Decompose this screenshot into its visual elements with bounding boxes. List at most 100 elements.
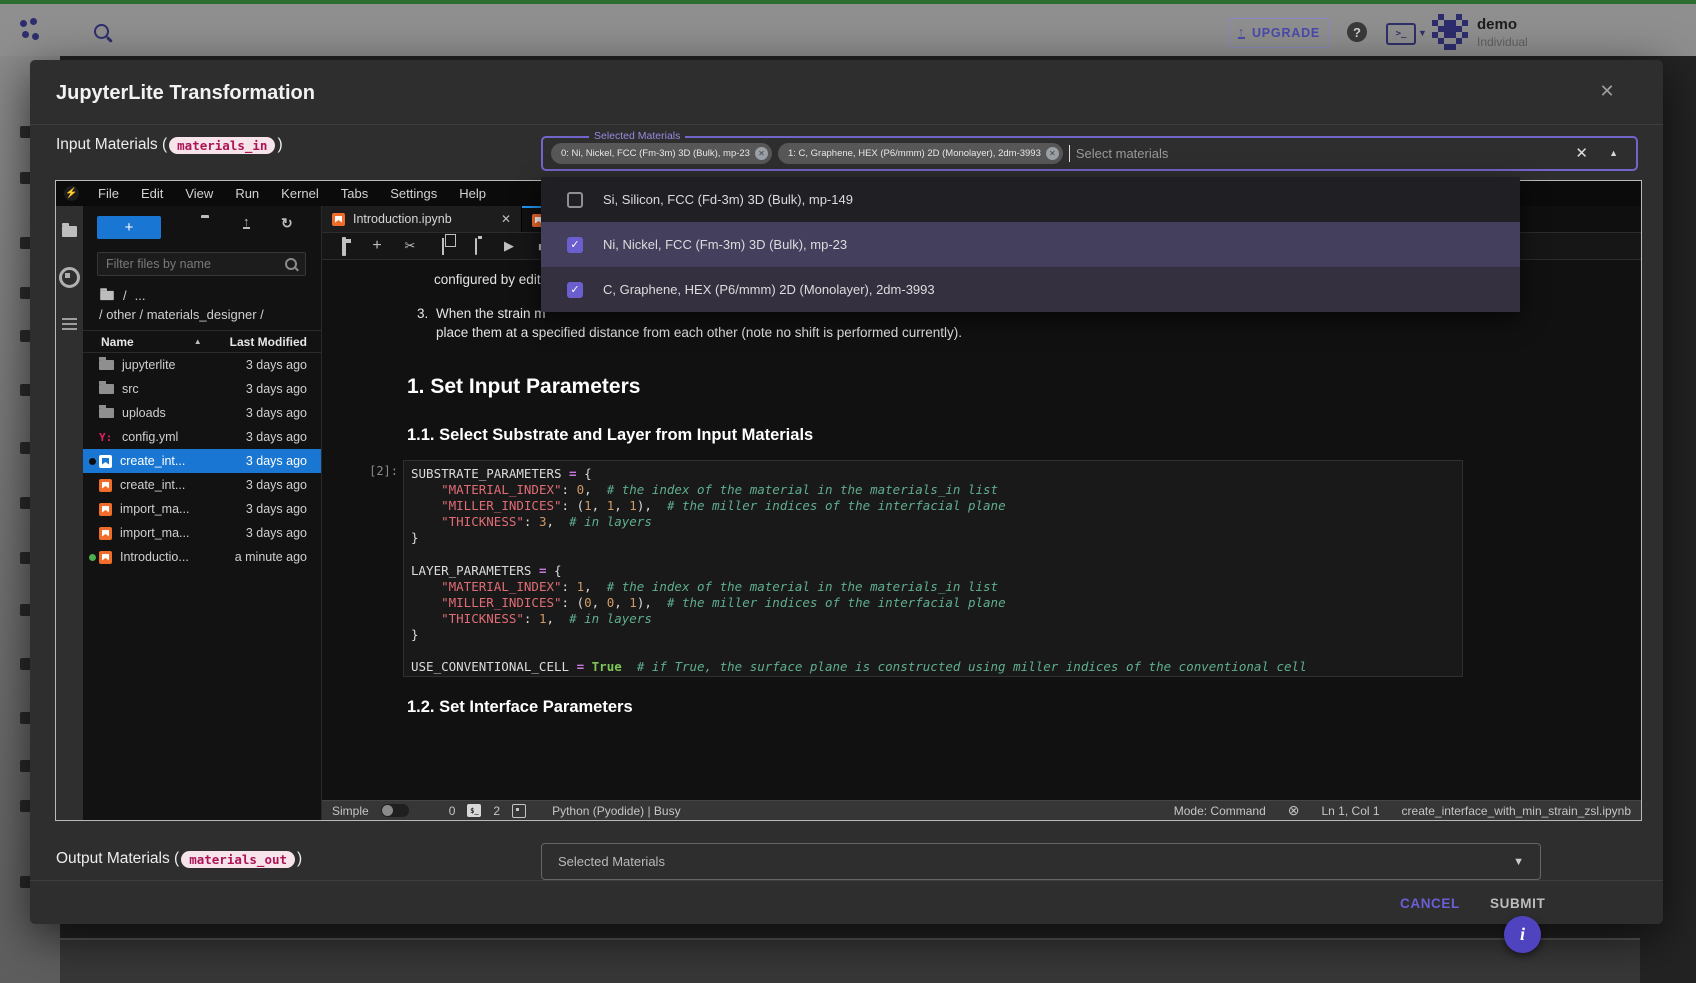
app-bottom-panel	[60, 938, 1640, 983]
text-cursor	[1069, 145, 1070, 162]
user-avatar[interactable]	[1432, 14, 1468, 50]
run-cell-icon[interactable]: ▶	[501, 238, 517, 254]
add-cell-icon[interactable]: +	[369, 237, 385, 255]
refresh-icon[interactable]: ↻	[281, 215, 293, 232]
file-modified: 3 days ago	[246, 502, 307, 516]
notebook-content[interactable]: configured by edit 3. When the strain m …	[322, 260, 1641, 800]
breadcrumb-path[interactable]: / other / materials_designer /	[99, 307, 264, 322]
terminal-count[interactable]: 0	[449, 804, 456, 818]
subsection-heading: 1.1. Select Substrate and Layer from Inp…	[407, 426, 813, 445]
file-row[interactable]: import_ma...3 days ago	[83, 521, 321, 545]
simple-mode-label: Simple	[332, 804, 369, 818]
code-line: USE_CONVENTIONAL_CELL = True # if True, …	[411, 659, 1462, 675]
filter-files-input[interactable]: Filter files by name	[97, 252, 306, 276]
remove-chip-icon[interactable]: ✕	[1046, 147, 1059, 160]
folder-icon	[99, 384, 114, 394]
mode-indicator[interactable]: Mode: Command	[1174, 804, 1266, 818]
file-browser-icon[interactable]	[62, 226, 77, 237]
upgrade-label: UPGRADE	[1252, 26, 1320, 40]
file-row[interactable]: jupyterlite3 days ago	[83, 353, 321, 377]
copy-cell-icon[interactable]	[442, 238, 444, 255]
option-checkbox[interactable]: ✓	[567, 282, 583, 298]
material-chip-label: 1: C, Graphene, HEX (P6/mmm) 2D (Monolay…	[788, 148, 1041, 159]
file-row[interactable]: create_int... 3 days ago	[83, 449, 321, 473]
file-modified: 3 days ago	[246, 478, 307, 492]
material-option[interactable]: ✓C, Graphene, HEX (P6/mmm) 2D (Monolayer…	[541, 267, 1520, 312]
file-modified: 3 days ago	[246, 382, 307, 396]
code-line: "MILLER_INDICES": (1, 1, 1), # the mille…	[411, 498, 1462, 514]
option-checkbox[interactable]: ✓	[567, 237, 583, 253]
close-icon[interactable]: ✕	[1592, 76, 1622, 106]
cursor-position[interactable]: Ln 1, Col 1	[1322, 804, 1380, 818]
new-launcher-button[interactable]: +	[97, 216, 161, 239]
chevron-down-icon[interactable]: ▼	[1418, 28, 1427, 38]
menu-item-settings[interactable]: Settings	[379, 186, 448, 201]
file-name: src	[122, 382, 139, 396]
submit-button[interactable]: SUBMIT	[1490, 890, 1545, 916]
file-row[interactable]: Y:config.yml3 days ago	[83, 425, 321, 449]
breadcrumb[interactable]: / ...	[99, 288, 145, 303]
file-row[interactable]: uploads3 days ago	[83, 401, 321, 425]
select-materials-input[interactable]: Select materials	[1076, 146, 1168, 161]
menu-item-file[interactable]: File	[87, 186, 130, 201]
menu-item-kernel[interactable]: Kernel	[270, 186, 330, 201]
code-cell[interactable]: SUBSTRATE_PARAMETERS = { "MATERIAL_INDEX…	[403, 460, 1463, 677]
file-modified: 3 days ago	[246, 430, 307, 444]
collapse-dropdown-icon[interactable]: ▲	[1609, 148, 1618, 158]
file-modified: 3 days ago	[246, 454, 307, 468]
file-name: jupyterlite	[122, 358, 176, 372]
menu-item-help[interactable]: Help	[448, 186, 497, 201]
upgrade-button[interactable]: ↑ UPGRADE	[1228, 18, 1330, 48]
cut-cell-icon[interactable]: ✂	[402, 238, 418, 254]
file-row[interactable]: src 3 days ago	[83, 377, 321, 401]
output-materials-select[interactable]: Selected Materials ▼	[541, 843, 1541, 880]
kernel-status[interactable]: Python (Pyodide) | Busy	[552, 804, 681, 818]
remove-chip-icon[interactable]: ✕	[755, 147, 768, 160]
material-chip[interactable]: 0: Ni, Nickel, FCC (Fm-3m) 3D (Bulk), mp…	[551, 143, 772, 164]
app-logo[interactable]	[20, 18, 42, 42]
file-row[interactable]: Introductio...a minute ago	[83, 545, 321, 569]
file-name: import_ma...	[120, 502, 189, 516]
subsection-heading: 1.2. Set Interface Parameters	[407, 698, 633, 717]
option-checkbox[interactable]	[567, 192, 583, 208]
option-label: Si, Silicon, FCC (Fd-3m) 3D (Bulk), mp-1…	[603, 192, 853, 207]
kernel-dot	[89, 458, 96, 465]
search-icon[interactable]	[94, 24, 109, 39]
file-name: create_int...	[120, 454, 185, 468]
file-modified: a minute ago	[235, 550, 307, 564]
paste-cell-icon[interactable]	[475, 238, 477, 255]
clear-selection-icon[interactable]: ✕	[1575, 144, 1588, 162]
menu-item-view[interactable]: View	[174, 186, 224, 201]
file-row[interactable]: import_ma... 3 days ago	[83, 497, 321, 521]
help-icon[interactable]: ?	[1347, 22, 1367, 42]
info-button[interactable]: i	[1504, 916, 1541, 953]
selected-materials-field[interactable]: Selected Materials 0: Ni, Nickel, FCC (F…	[541, 136, 1638, 171]
menu-item-run[interactable]: Run	[224, 186, 270, 201]
chevron-down-icon: ▼	[1513, 856, 1524, 868]
notebook-file-icon	[99, 455, 112, 468]
terminal-icon: $_	[467, 804, 481, 817]
material-chip[interactable]: 1: C, Graphene, HEX (P6/mmm) 2D (Monolay…	[778, 143, 1063, 164]
user-plan: Individual	[1477, 35, 1528, 49]
save-icon[interactable]	[342, 237, 346, 256]
cancel-button[interactable]: CANCEL	[1400, 890, 1460, 916]
file-list-header[interactable]: Name ▲ Last Modified	[83, 330, 321, 353]
tab-introduction-ipynb[interactable]: Introduction.ipynb ✕	[322, 206, 522, 232]
kernel-count[interactable]: 2	[493, 804, 500, 818]
home-folder-icon[interactable]	[100, 291, 114, 300]
section-heading: 1. Set Input Parameters	[407, 375, 640, 399]
running-dot	[89, 554, 96, 561]
upload-icon[interactable]: ↑	[243, 216, 250, 229]
terminal-icon[interactable]: >_	[1386, 23, 1416, 45]
accessibility-icon[interactable]: ⊗	[1288, 802, 1300, 819]
material-option[interactable]: ✓Ni, Nickel, FCC (Fm-3m) 3D (Bulk), mp-2…	[541, 222, 1520, 267]
material-option[interactable]: Si, Silicon, FCC (Fd-3m) 3D (Bulk), mp-1…	[541, 177, 1520, 222]
menu-item-edit[interactable]: Edit	[130, 186, 174, 201]
file-row[interactable]: create_int...3 days ago	[83, 473, 321, 497]
table-of-contents-icon[interactable]	[62, 318, 77, 330]
running-kernels-icon[interactable]	[59, 267, 80, 288]
close-tab-icon[interactable]: ✕	[501, 212, 511, 226]
dialog-title: JupyterLite Transformation	[56, 82, 315, 105]
simple-mode-toggle[interactable]	[381, 804, 409, 817]
menu-item-tabs[interactable]: Tabs	[330, 186, 379, 201]
